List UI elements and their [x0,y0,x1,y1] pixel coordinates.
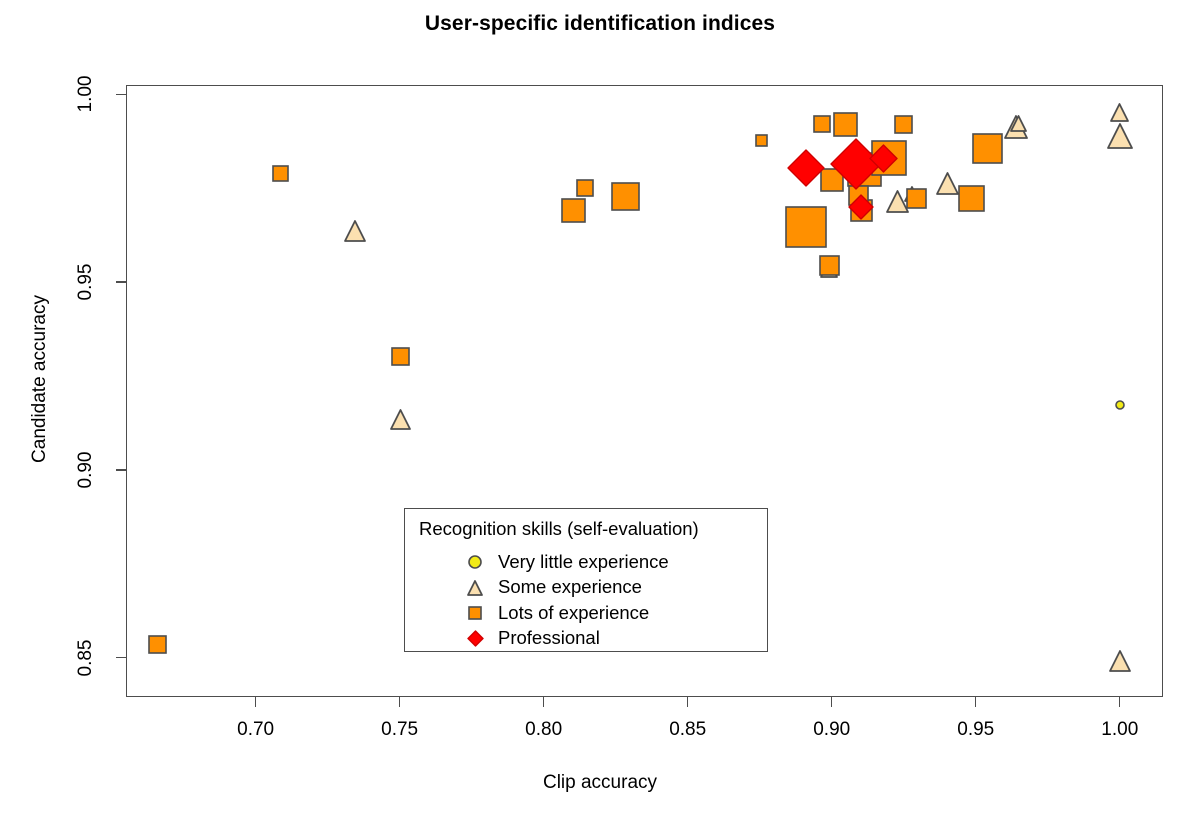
y-tick-label: 0.90 [75,451,96,489]
data-point-triangle [1109,102,1130,123]
data-point-triangle [1106,122,1134,150]
triangle-icon [465,578,485,598]
x-axis-label: Clip accuracy [542,772,658,793]
legend-entry-circle: Very little experience [465,549,669,575]
legend: Recognition skills (self-evaluation) Ver… [404,508,768,652]
data-point-square [818,254,841,277]
square-icon [465,603,485,623]
x-tick-label: 0.85 [669,719,707,740]
x-tick-label: 0.95 [957,719,995,740]
data-point-diamond [847,193,875,221]
x-tick-mark [254,697,257,707]
data-point-triangle [1108,649,1132,673]
legend-entry-square: Lots of experience [465,600,649,626]
y-axis-label: Candidate accuracy [29,295,50,463]
legend-entry-label: Some experience [498,576,642,598]
y-tick-label: 1.00 [75,75,96,113]
x-tick-label: 1.00 [1101,719,1139,740]
legend-entry-label: Professional [498,627,600,649]
y-tick-mark [116,281,126,283]
y-tick-mark [116,93,126,96]
x-tick-label: 0.90 [813,719,851,740]
x-tick-mark [398,697,401,707]
y-tick-mark [116,656,126,659]
data-point-square [905,187,928,210]
data-point-square [957,184,986,213]
data-point-diamond [786,148,826,188]
data-point-square [271,164,290,183]
data-point-square [575,178,595,198]
y-tick-label: 0.95 [75,263,96,301]
data-point-square [832,111,859,138]
legend-entry-diamond: Professional [465,626,600,652]
x-tick-mark [975,697,977,707]
data-point-square [610,181,641,212]
y-tick-label: 0.85 [75,639,96,677]
data-point-triangle [389,408,412,431]
data-point-square [560,197,587,224]
x-tick-label: 0.80 [525,719,563,740]
x-tick-mark [831,697,833,707]
circle-icon [465,552,485,572]
data-point-triangle [343,219,367,243]
data-point-square [812,114,832,134]
data-point-square [390,346,411,367]
data-point-square [893,114,914,135]
data-point-diamond [868,143,899,174]
y-tick-mark [116,469,126,471]
scatter-plot-figure: User-specific identification indices 0.7… [0,0,1200,823]
data-point-circle [1114,399,1126,411]
legend-entry-label: Lots of experience [498,601,650,623]
diamond-icon [465,629,485,649]
legend-entry-label: Very little experience [498,550,669,572]
data-point-triangle [1009,114,1028,133]
x-tick-mark [687,697,689,707]
page-title: User-specific identification indices [424,12,776,35]
x-tick-mark [1119,697,1121,707]
data-point-square [147,634,168,655]
data-point-square [754,133,769,148]
data-point-square [971,132,1004,165]
x-tick-mark [542,697,545,707]
data-point-square [784,205,828,249]
legend-title: Recognition skills (self-evaluation) [419,518,699,539]
x-tick-label: 0.70 [237,719,275,740]
x-tick-label: 0.75 [381,719,419,740]
legend-entry-triangle: Some experience [465,575,642,601]
